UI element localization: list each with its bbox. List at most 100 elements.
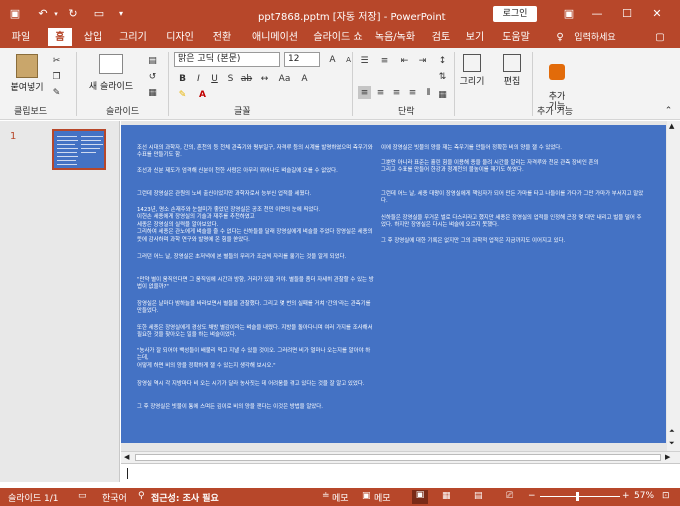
next-slide-icon[interactable]: ⏷ [669,439,675,448]
scroll-left-icon[interactable]: ◀ [124,453,129,461]
fit-to-window-icon[interactable]: ⊡ [662,491,670,501]
bold-icon[interactable]: B [176,72,189,85]
tab-transitions[interactable]: 전환 [208,28,236,48]
format-painter-icon[interactable]: ✎ [50,86,63,99]
justify-icon[interactable]: ≡ [406,86,419,99]
clear-format-icon[interactable]: A [298,72,311,85]
redo-icon[interactable]: ↻ [66,5,80,22]
shadow-icon[interactable]: S [224,72,237,85]
slideshow-icon[interactable]: ▭ [92,5,106,22]
font-color-icon[interactable]: A [196,88,209,101]
new-slide-button[interactable]: 새 슬라이드 [86,52,136,100]
vertical-scrollbar[interactable]: ▲ ⏶ ⏷ [667,121,680,451]
align-left-icon[interactable]: ≡ [358,86,371,99]
slide-text-left-4[interactable]: 1423년, 명소 손재주와 눈썰미가 좋았던 장영실은 공조 천민 이면의 눈… [137,207,375,244]
customize-toolbar-icon[interactable]: ▾ [114,5,128,22]
decrease-font-icon[interactable]: A [342,53,355,66]
slide-thumbnail[interactable] [52,129,106,170]
maximize-icon[interactable]: ☐ [620,5,634,22]
scroll-right-icon[interactable]: ▶ [665,453,670,461]
slide-text-left-8[interactable]: 또한 세종은 장영실에게 경상도 채방 별감이라는 벼슬을 내렸다. 지방을 돌… [137,325,375,340]
slide-text-left-1[interactable]: 조선 시대의 과학자, 간의, 혼천의 등 천체 관측기와 평부일구, 자격루 … [137,145,375,160]
slide-text-left-9[interactable]: "농사가 잘 되어야 백성들이 배불리 먹고 지낼 수 있을 것이오. 그러려면… [137,348,375,370]
underline-icon[interactable]: U [208,72,221,85]
addins-button[interactable]: 추가 기능 [540,52,574,112]
increase-font-icon[interactable]: A [326,53,339,66]
tab-view[interactable]: 보기 [462,28,488,48]
cut-icon[interactable]: ✂ [50,54,63,67]
layout-icon[interactable]: ▤ [146,54,159,67]
scroll-up-icon[interactable]: ▲ [669,122,674,130]
tab-help[interactable]: 도움말 [496,28,536,48]
align-center-icon[interactable]: ≡ [374,86,387,99]
slide-canvas[interactable]: 조선 시대의 과학자, 간의, 혼천의 등 천체 관측기와 평부일구, 자격루 … [121,125,666,443]
line-spacing-icon[interactable]: ↕ [436,54,449,67]
accessibility-status[interactable]: 접근성: 조사 필요 [151,491,219,504]
comments-icon[interactable]: ▢ [652,28,668,48]
reset-icon[interactable]: ↺ [146,70,159,83]
normal-view-icon[interactable]: ▣ [412,490,428,504]
section-icon[interactable]: ▦ [146,86,159,99]
slide-text-left-6[interactable]: "만약 별이 움직인다면 그 움직임에 시간과 방향, 거리가 있을 거야. 별… [137,277,375,292]
strikethrough-icon[interactable]: ab [240,72,253,85]
columns-icon[interactable]: ⫴ [422,86,435,99]
spellcheck-icon[interactable]: ▭ [78,491,87,501]
collapse-ribbon-icon[interactable]: ⌃ [662,104,675,117]
editing-button[interactable]: 편집 [498,52,526,100]
reading-view-icon[interactable]: ▤ [474,491,483,501]
text-direction-icon[interactable]: ⇅ [436,70,449,83]
increase-indent-icon[interactable]: ⇥ [416,54,429,67]
paste-button[interactable]: 붙여넣기 [10,52,44,100]
slide-sorter-icon[interactable]: ▦ [442,491,451,501]
zoom-level[interactable]: 57% [634,491,654,501]
zoom-in-icon[interactable]: + [622,491,630,501]
minimize-icon[interactable]: — [590,5,604,22]
italic-icon[interactable]: I [192,72,205,85]
zoom-slider-thumb[interactable] [576,492,579,501]
close-icon[interactable]: ✕ [650,5,664,22]
slide-text-left-7[interactable]: 장영실은 날마다 밤하늘을 바라보면서 별들을 관찰했다. 그리고 몇 번의 실… [137,301,375,316]
ribbon-display-options-icon[interactable]: ▣ [562,5,576,22]
slide-text-left-3[interactable]: 그런데 장영실은 관원의 노비 출신이었지만 과학자로서 능부신 업적을 세웠다… [137,191,375,198]
zoom-out-icon[interactable]: − [528,491,536,501]
tab-insert[interactable]: 삽입 [80,28,106,48]
char-spacing-icon[interactable]: ↔ [258,72,271,85]
undo-dropdown-icon[interactable]: ▾ [52,5,60,22]
tab-home[interactable]: 홈 [48,28,72,48]
change-case-icon[interactable]: Aa [278,72,291,85]
notes-pane[interactable] [121,463,680,483]
font-size-select[interactable]: 12 [284,52,320,67]
zoom-slider[interactable] [540,496,620,497]
horizontal-scrollbar[interactable]: ◀ ▶ [121,451,680,463]
tab-record[interactable]: 녹음/녹화 [370,28,420,48]
notes-toggle[interactable]: 메모 [332,491,349,504]
tab-animations[interactable]: 애니메이션 [244,28,306,48]
bullets-icon[interactable]: ☰ [358,54,371,67]
comments-toggle[interactable]: 메모 [374,491,391,504]
tab-file[interactable]: 파일 [6,28,36,48]
prev-slide-icon[interactable]: ⏶ [669,427,675,436]
slide-text-left-5[interactable]: 그러던 어느 날, 장영실은 초저녁에 본 별들의 무리가 조금씩 자리를 옮기… [137,254,375,261]
undo-icon[interactable]: ↶ [36,5,50,22]
slide-text-left-2[interactable]: 조선과 신분 제도가 엄격해 신분이 천한 사람은 아무리 뛰어나도 벼슬길에 … [137,168,375,175]
language-indicator[interactable]: 한국어 [102,491,127,504]
login-button[interactable]: 로그인 [493,6,537,22]
numbering-icon[interactable]: ≡ [378,54,391,67]
tab-slideshow[interactable]: 슬라이드 쇼 [312,28,364,48]
copy-icon[interactable]: ❐ [50,70,63,83]
slide-text-right-3[interactable]: 그런데 어느 날, 세종 대왕이 장영실에게 책임자가 되어 만든 가마를 타고… [381,191,645,206]
slide-text-right-5[interactable]: 그 후 장영실에 대한 기록은 없지만 그의 과학적 업적은 지금까지도 이어지… [381,238,645,245]
scrollbar-thumb[interactable] [135,454,661,461]
decrease-indent-icon[interactable]: ⇤ [398,54,411,67]
align-right-icon[interactable]: ≡ [390,86,403,99]
save-icon[interactable]: ▣ [8,5,22,22]
tab-review[interactable]: 검토 [428,28,454,48]
smartart-icon[interactable]: ▦ [436,88,449,101]
slide-text-right-4[interactable]: 신하들은 장영실을 무거운 벌로 다스리라고 했지만 세종은 장영실의 업적을 … [381,215,645,230]
tab-design[interactable]: 디자인 [160,28,200,48]
font-name-select[interactable]: 맑은 고딕 (본문) [174,52,280,67]
slideshow-view-icon[interactable]: ⎚ [506,491,513,501]
slide-text-right-1[interactable]: 이에 장영실은 빗물의 양을 재는 측우기를 만들어 정확한 비의 양을 잴 수… [381,145,645,152]
slide-text-left-10[interactable]: 장영실 역시 각 지방마다 비 오는 시기가 달라 농사짓는 데 어려움을 겪고… [137,381,375,388]
drawing-button[interactable]: 그리기 [458,52,486,100]
